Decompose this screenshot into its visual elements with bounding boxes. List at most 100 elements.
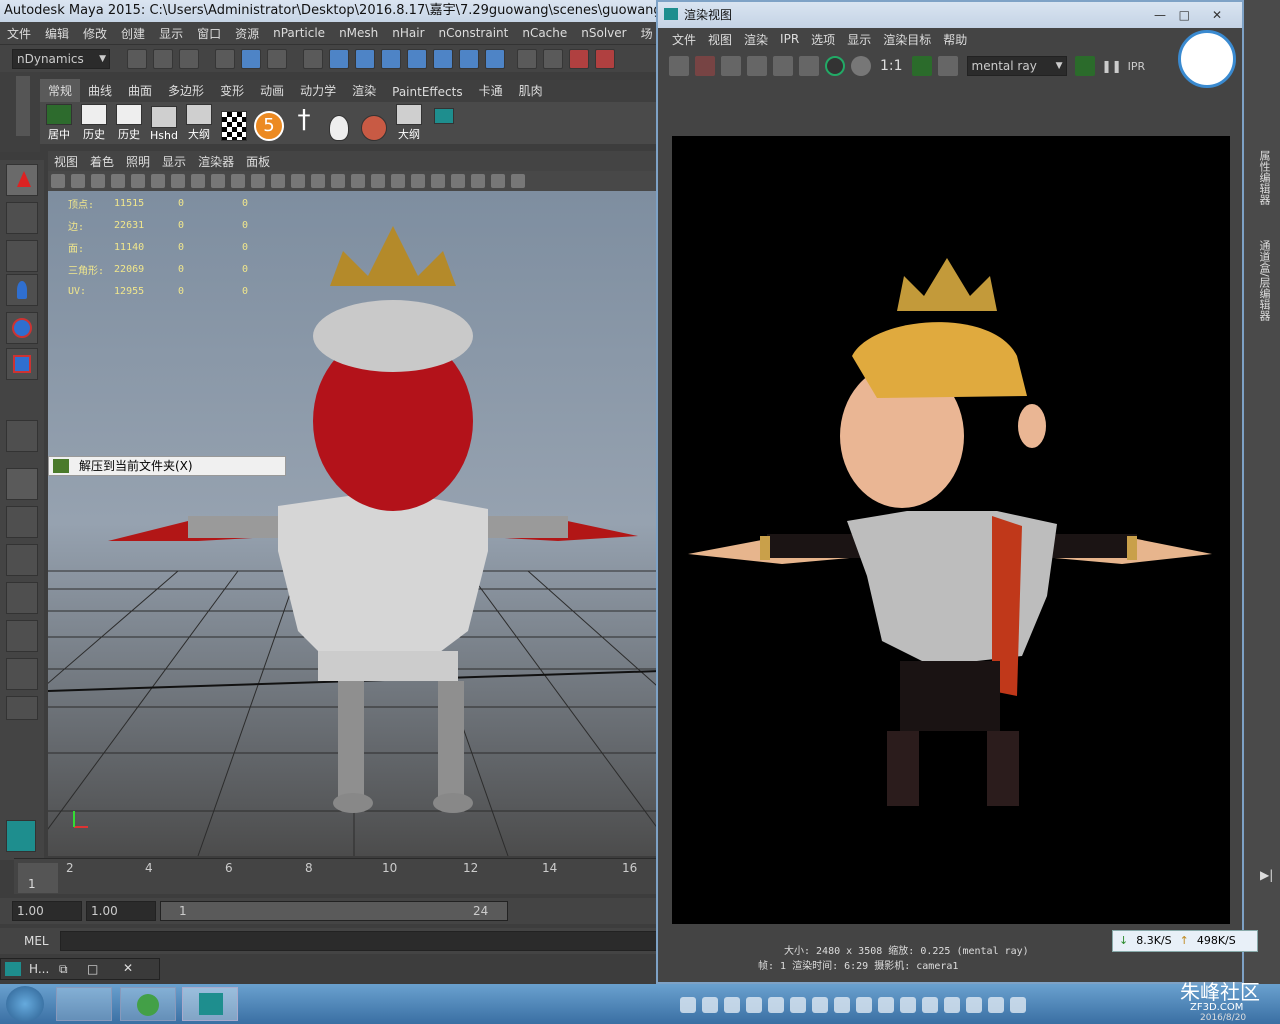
- shield-icon[interactable]: [790, 997, 806, 1013]
- shelf-center-pivot-button[interactable]: 居中: [42, 104, 76, 142]
- expand-tray-icon[interactable]: [724, 997, 740, 1013]
- printer-icon[interactable]: [944, 997, 960, 1013]
- menu-nconstraint[interactable]: nConstraint: [432, 26, 516, 40]
- taskbar-app-windows-icon[interactable]: [56, 987, 112, 1021]
- rv-menu-options[interactable]: 选项: [805, 31, 841, 48]
- shelf-tab-muscle[interactable]: 肌肉: [511, 79, 551, 102]
- context-menu-extract-here[interactable]: 解压到当前文件夹(X): [48, 456, 286, 476]
- keyboard-icon[interactable]: [680, 997, 696, 1013]
- snap-grid-icon[interactable]: [303, 48, 323, 69]
- ratio-label[interactable]: 1:1: [880, 58, 903, 74]
- remove-image-icon[interactable]: [937, 56, 958, 76]
- hypershade-layout-icon[interactable]: [6, 620, 38, 652]
- flag-icon[interactable]: [812, 997, 828, 1013]
- wireframe-on-shaded-icon[interactable]: [211, 174, 225, 188]
- hud-icon[interactable]: [431, 174, 445, 188]
- rgb-channels-icon[interactable]: [799, 56, 819, 76]
- color-channels-icon[interactable]: [825, 56, 845, 76]
- range-slider-bar[interactable]: 1 24: [160, 901, 508, 921]
- qq-icon[interactable]: [900, 997, 916, 1013]
- lasso-tool-icon[interactable]: [6, 202, 38, 234]
- rendered-image[interactable]: [672, 136, 1230, 924]
- shelf-tab-surfaces[interactable]: 曲面: [120, 79, 160, 102]
- selection-lock-icon[interactable]: [543, 48, 563, 69]
- minimize-icon[interactable]: —: [1154, 2, 1166, 28]
- rv-menu-help[interactable]: 帮助: [937, 31, 973, 48]
- shelf-outliner-button[interactable]: 大纲: [182, 104, 216, 142]
- vp-menu-panels[interactable]: 面板: [240, 153, 276, 170]
- shelf-skull-button[interactable]: [322, 104, 356, 142]
- bookmark-icon[interactable]: [91, 174, 105, 188]
- ipr-render-icon[interactable]: [595, 48, 615, 69]
- rotate-tool-icon[interactable]: [6, 312, 38, 344]
- input-ops-icon[interactable]: [433, 48, 453, 69]
- color-mgmt-icon[interactable]: [511, 174, 525, 188]
- menu-nhair[interactable]: nHair: [385, 26, 431, 40]
- perspective-viewport[interactable]: 顶点: 11515 0 0 边: 22631 0 0 面: 11140 0 0 三角形: 22069…: [48, 191, 660, 856]
- attribute-editor-tab[interactable]: 属性编辑器: [1256, 150, 1272, 240]
- alpha-channel-icon[interactable]: [851, 56, 871, 76]
- rv-menu-render[interactable]: 渲染: [738, 31, 774, 48]
- snapshot-icon[interactable]: [721, 56, 741, 76]
- xray-joints-icon[interactable]: [331, 174, 345, 188]
- sync-icon[interactable]: [966, 997, 982, 1013]
- move-tool-icon[interactable]: [6, 274, 38, 306]
- vp-menu-lighting[interactable]: 照明: [120, 153, 156, 170]
- shelf-hypershade-button[interactable]: Hshd: [147, 104, 181, 142]
- volume-icon[interactable]: [922, 997, 938, 1013]
- four-view-layout-icon[interactable]: [6, 506, 38, 538]
- exposure-icon[interactable]: [471, 174, 485, 188]
- render-settings-icon[interactable]: [1074, 56, 1095, 76]
- channel-box-tab[interactable]: 通道盒/层编辑器: [1256, 240, 1272, 350]
- flag2-icon[interactable]: [988, 997, 1004, 1013]
- lock-icon[interactable]: [517, 48, 537, 69]
- play-forward-icon[interactable]: ▶|: [1260, 868, 1273, 882]
- select-hierarchy-icon[interactable]: [215, 48, 235, 69]
- snap-point-icon[interactable]: [355, 48, 375, 69]
- last-tool-icon[interactable]: [6, 420, 38, 452]
- layout-more-icon[interactable]: [6, 696, 38, 720]
- camera-select-icon[interactable]: [51, 174, 65, 188]
- rv-menu-render-target[interactable]: 渲染目标: [877, 31, 937, 48]
- menu-edit[interactable]: 编辑: [38, 25, 76, 42]
- output-ops-icon[interactable]: [459, 48, 479, 69]
- shelf-outliner2-button[interactable]: 大纲: [392, 104, 426, 142]
- time-slider[interactable]: 1 2 4 6 8 10 12 14 16: [14, 858, 660, 894]
- shelf-tab-painteffects[interactable]: PaintEffects: [384, 82, 470, 102]
- scale-tool-icon[interactable]: [6, 348, 38, 380]
- wireframe-icon[interactable]: [171, 174, 185, 188]
- image-plane-icon[interactable]: [111, 174, 125, 188]
- maximize-icon[interactable]: □: [1179, 2, 1190, 28]
- start-button[interactable]: [6, 986, 44, 1022]
- shelf-tab-rendering[interactable]: 渲染: [344, 79, 384, 102]
- help-tray-icon[interactable]: [702, 997, 718, 1013]
- shelf-history-button[interactable]: 历史: [77, 104, 111, 142]
- menu-nmesh[interactable]: nMesh: [332, 26, 385, 40]
- menu-set-dropdown[interactable]: nDynamics ▼: [12, 48, 110, 69]
- paint-select-tool-icon[interactable]: [6, 240, 38, 272]
- open-scene-icon[interactable]: [153, 48, 173, 69]
- motion-blur-icon[interactable]: [371, 174, 385, 188]
- shelf-tab-toon[interactable]: 卡通: [471, 79, 511, 102]
- menu-modify[interactable]: 修改: [76, 25, 114, 42]
- menu-create[interactable]: 创建: [114, 25, 152, 42]
- shelf-five-button[interactable]: 5: [252, 104, 286, 142]
- vp-menu-renderer[interactable]: 渲染器: [192, 153, 240, 170]
- persp-outliner-layout-icon[interactable]: [6, 544, 38, 576]
- menu-nsolver[interactable]: nSolver: [574, 26, 633, 40]
- plus-icon[interactable]: [834, 997, 850, 1013]
- ipr-render-icon[interactable]: [747, 56, 767, 76]
- shelf-skeleton-button[interactable]: †: [287, 104, 321, 142]
- shelf-tab-deformation[interactable]: 变形: [212, 79, 252, 102]
- persp-graph-hypergraph-layout-icon[interactable]: [6, 658, 38, 690]
- shelf-maya-logo-button[interactable]: [427, 104, 461, 142]
- restore-icon[interactable]: ⧉: [59, 962, 68, 977]
- grid-icon[interactable]: [131, 174, 145, 188]
- keep-image-icon[interactable]: [911, 56, 932, 76]
- shelf-paint-button[interactable]: [357, 104, 391, 142]
- rv-menu-display[interactable]: 显示: [841, 31, 877, 48]
- close-icon[interactable]: ✕: [1212, 2, 1222, 28]
- select-object-icon[interactable]: [241, 48, 261, 69]
- dof-icon[interactable]: [411, 174, 425, 188]
- taskbar-app-ie-icon[interactable]: [120, 987, 176, 1021]
